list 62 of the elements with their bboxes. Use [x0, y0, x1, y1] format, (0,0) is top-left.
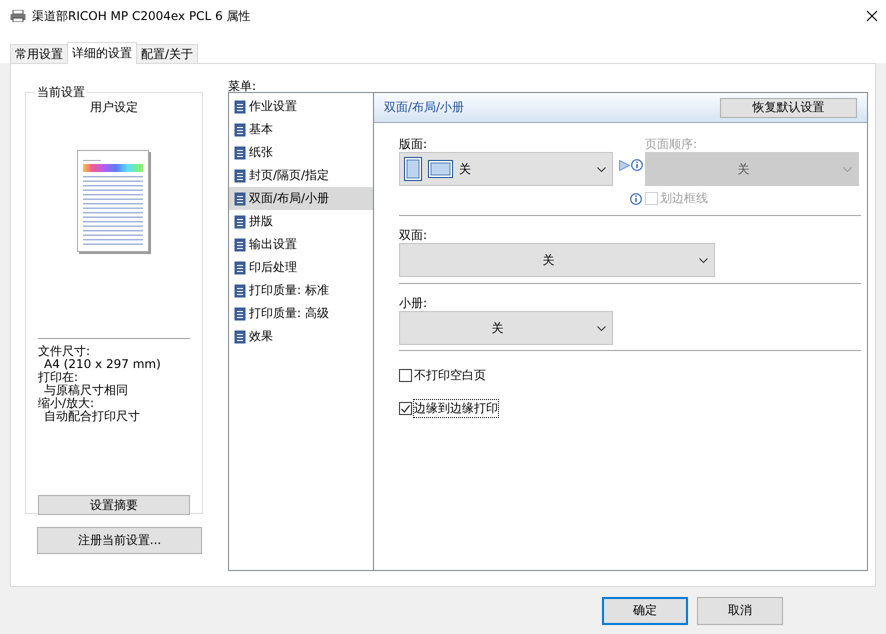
dialog-button[interactable]: 取消: [697, 596, 783, 624]
detail-value: 自动配合打印尺寸: [43, 410, 141, 423]
menu-item[interactable]: 基本: [229, 118, 373, 141]
group-title: 当前设置: [36, 84, 86, 101]
detail-value: 与原稿尺寸相同: [43, 384, 129, 397]
chevron-icon: [597, 326, 606, 330]
summary-button[interactable]: 设置摘要: [38, 495, 190, 515]
page-icon: [234, 260, 246, 274]
field-label: 版面:: [399, 137, 428, 151]
window-title: 渠道部RICOH MP C2004ex PCL 6 属性: [32, 8, 252, 24]
page-icon: [234, 122, 246, 136]
page-icon: [234, 238, 246, 252]
field-label: 小册:: [399, 296, 428, 310]
menu-item[interactable]: 拼版: [229, 210, 373, 233]
reset-button[interactable]: 恢复默认设置: [720, 98, 857, 118]
profile-name: 用户设定: [89, 99, 139, 116]
detail-label: 文件尺寸:: [38, 345, 92, 358]
info-icon: [630, 192, 642, 204]
menu-item[interactable]: 双面/布局/小册: [229, 187, 373, 210]
menu-item[interactable]: 输出设置: [229, 233, 373, 256]
menu-item[interactable]: 效果: [229, 325, 373, 348]
page-icon: [234, 146, 246, 160]
detail-value: A4 (210 x 297 mm): [43, 358, 162, 371]
menu-item[interactable]: 封页/隔页/指定: [229, 164, 373, 187]
register-button[interactable]: 注册当前设置...: [37, 527, 202, 554]
chevron-icon: [597, 166, 606, 172]
menu-label: 菜单:: [228, 80, 258, 92]
page-icon: [234, 168, 246, 182]
landscape-page-icon: [428, 160, 453, 178]
dropdown[interactable]: 关: [399, 152, 613, 186]
page-icon: [234, 100, 246, 114]
detail-label: 打印在:: [38, 371, 80, 384]
page-icon: [234, 192, 246, 206]
menu-item[interactable]: 作业设置: [229, 95, 373, 118]
menu-item[interactable]: 纸张: [229, 141, 373, 164]
page-icon: [234, 330, 246, 344]
printer-icon: [10, 10, 26, 22]
panel-title: 双面/布局/小册: [384, 99, 464, 116]
menu-item[interactable]: 打印质量: 高级: [229, 302, 373, 325]
menu-item[interactable]: 印后处理: [229, 256, 373, 279]
dropdown[interactable]: 关: [399, 243, 715, 277]
chevron-icon: [843, 166, 852, 172]
check-icon: [401, 404, 410, 412]
field-label: 页面顺序:: [645, 137, 698, 151]
info-icon: [631, 159, 643, 171]
play-arrow-icon: [619, 160, 630, 170]
checkbox[interactable]: 边缘到边缘打印: [399, 400, 861, 417]
page-icon: [234, 306, 246, 320]
menu-item[interactable]: 打印质量: 标准: [229, 279, 373, 302]
field-label: 双面:: [399, 228, 428, 242]
detail-label: 缩小/放大:: [38, 397, 96, 410]
checkbox[interactable]: 不打印空白页: [399, 367, 861, 384]
close-button[interactable]: [866, 10, 878, 22]
chevron-icon: [699, 258, 708, 262]
tab[interactable]: 常用设置: [10, 44, 68, 63]
page-icon: [234, 284, 246, 298]
tab[interactable]: 详细的设置: [67, 42, 137, 64]
portrait-page-icon: [404, 157, 422, 181]
page-icon: [234, 214, 246, 228]
dialog-button[interactable]: 确定: [602, 596, 688, 624]
tab[interactable]: 配置/关于: [136, 44, 198, 63]
dropdown[interactable]: 关: [399, 311, 613, 345]
